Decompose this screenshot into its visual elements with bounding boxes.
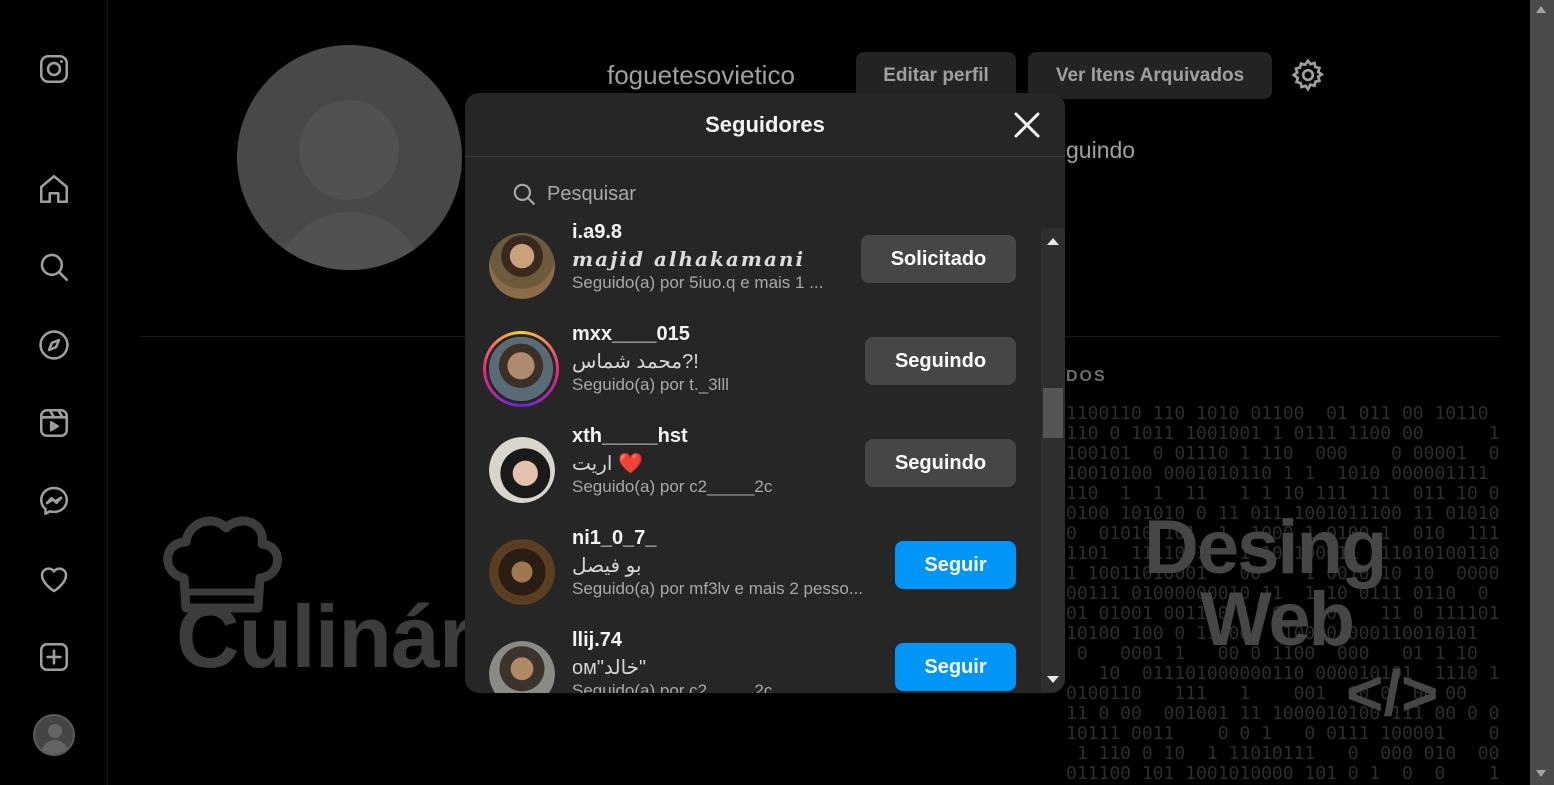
- follower-subtitle: Seguido(a) por mf3lv e mais 2 pesso...: [572, 579, 864, 598]
- scroll-up-arrow-icon[interactable]: [1047, 238, 1059, 245]
- followers-modal: Seguidores i.a9.8 𝒎𝒂𝒋𝒊𝒅 𝒂𝒍𝒉𝒂𝒌𝒂𝒎𝒂𝒏𝒊 Segui…: [465, 93, 1065, 693]
- avatar-story-ring[interactable]: [483, 331, 559, 407]
- avatar[interactable]: [489, 641, 555, 693]
- search-input[interactable]: [547, 182, 987, 206]
- follower-fullname: اريت ❤️: [572, 453, 643, 475]
- search-bar[interactable]: [511, 177, 1011, 211]
- follower-fullname: 𝒎𝒂𝒋𝒊𝒅 𝒂𝒍𝒉𝒂𝒌𝒂𝒎𝒂𝒏𝒊: [572, 247, 806, 271]
- followers-list: i.a9.8 𝒎𝒂𝒋𝒊𝒅 𝒂𝒍𝒉𝒂𝒌𝒂𝒎𝒂𝒏𝒊 Seguido(a) por 5…: [465, 223, 1039, 693]
- follow-button[interactable]: Seguir: [895, 643, 1016, 691]
- follower-subtitle: Seguido(a) por t._3lll: [572, 375, 729, 394]
- scroll-up-arrow-icon[interactable]: [1536, 6, 1546, 13]
- following-button[interactable]: Seguindo: [865, 439, 1016, 487]
- follower-subtitle: Seguido(a) por c2_____2c: [572, 681, 773, 693]
- follower-username[interactable]: xth_____hst: [572, 425, 688, 448]
- follower-username[interactable]: llij.74: [572, 629, 622, 652]
- avatar[interactable]: [489, 437, 555, 503]
- follower-username[interactable]: mxx____015: [572, 323, 690, 346]
- follower-fullname: محمد شماس?!: [572, 351, 699, 373]
- follower-row[interactable]: llij.74 ᴏᴍ"خالد" Seguido(a) por c2_____2…: [465, 629, 1039, 693]
- scroll-thumb[interactable]: [1043, 388, 1063, 438]
- follower-row[interactable]: mxx____015 محمد شماس?! Seguido(a) por t.…: [465, 323, 1039, 431]
- follower-row[interactable]: ni1_0_7_ بو فيصل Seguido(a) por mf3lv e …: [465, 527, 1039, 635]
- follower-row[interactable]: i.a9.8 𝒎𝒂𝒋𝒊𝒅 𝒂𝒍𝒉𝒂𝒌𝒂𝒎𝒂𝒏𝒊 Seguido(a) por 5…: [465, 223, 1039, 329]
- follower-fullname: ᴏᴍ"خالد": [572, 657, 647, 679]
- modal-header: Seguidores: [465, 93, 1065, 157]
- close-icon[interactable]: [1011, 109, 1043, 141]
- follower-row[interactable]: xth_____hst اريت ❤️ Seguido(a) por c2___…: [465, 425, 1039, 533]
- follower-subtitle: Seguido(a) por 5iuo.q e mais 1 ...: [572, 273, 824, 292]
- follower-username[interactable]: i.a9.8: [572, 223, 622, 244]
- follower-fullname: بو فيصل: [572, 555, 642, 577]
- avatar[interactable]: [489, 233, 555, 299]
- page-scrollbar[interactable]: [1530, 0, 1554, 785]
- requested-button[interactable]: Solicitado: [861, 235, 1016, 283]
- follower-subtitle: Seguido(a) por c2_____2c: [572, 477, 773, 496]
- follow-button[interactable]: Seguir: [895, 541, 1016, 589]
- avatar[interactable]: [489, 539, 555, 605]
- scroll-down-arrow-icon[interactable]: [1536, 770, 1546, 777]
- modal-scrollbar[interactable]: [1041, 228, 1065, 693]
- app-root: foguetesovietico Editar perfil Ver Itens…: [0, 0, 1554, 785]
- follower-username[interactable]: ni1_0_7_: [572, 527, 657, 550]
- search-icon: [513, 183, 535, 205]
- scroll-down-arrow-icon[interactable]: [1047, 676, 1059, 683]
- modal-title: Seguidores: [705, 111, 825, 137]
- following-button[interactable]: Seguindo: [865, 337, 1016, 385]
